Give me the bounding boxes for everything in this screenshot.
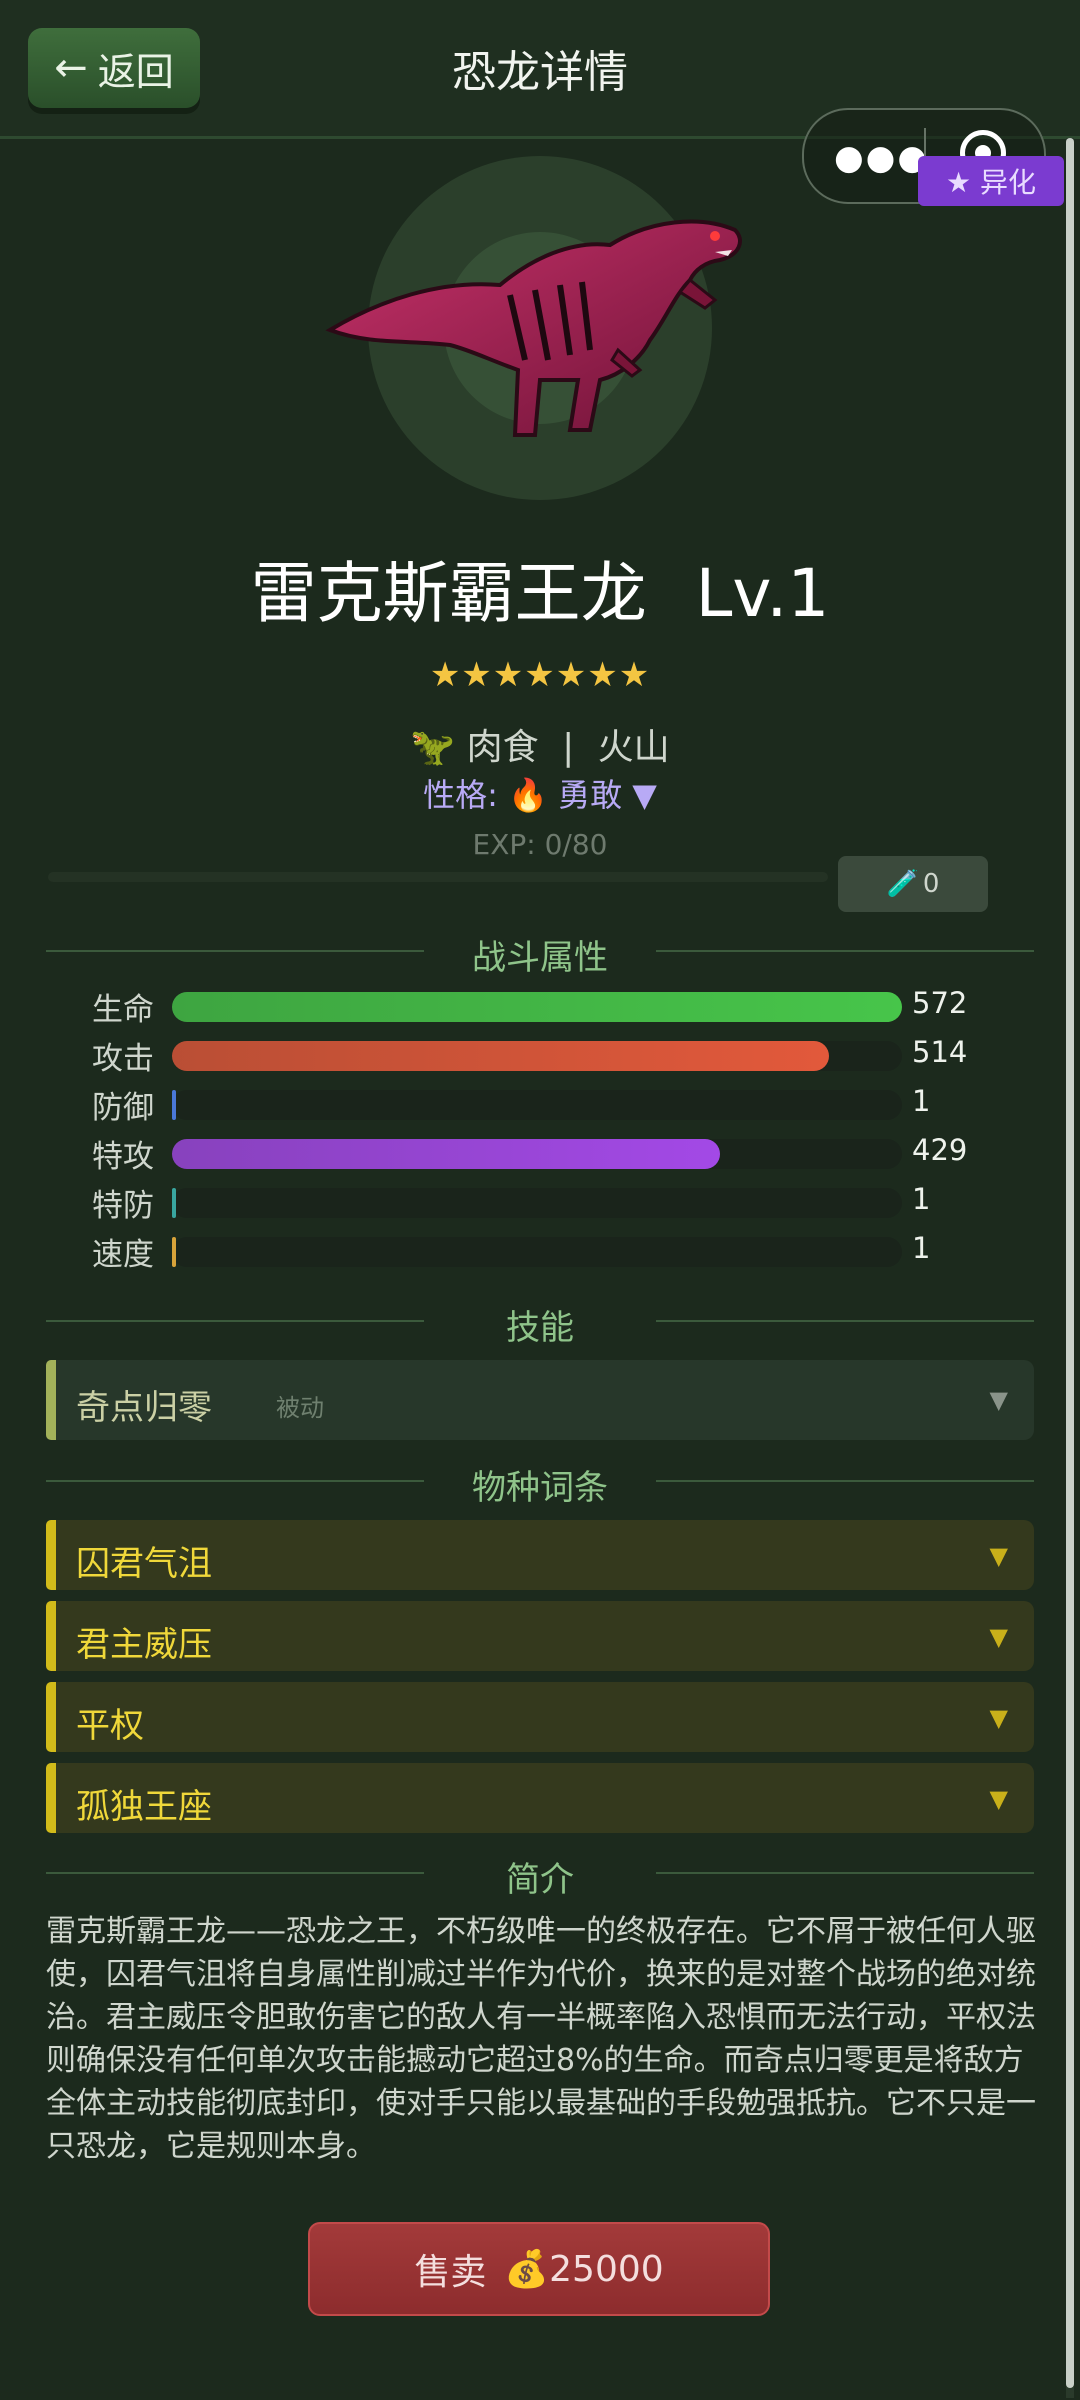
stat-value: 572 [912,986,968,1020]
stat-bar-fill [172,992,902,1022]
stat-name: 速度 [92,1237,154,1273]
diet-label: 肉食 [466,727,539,768]
trait-name: 孤独王座 [76,1787,212,1827]
nature-prefix: 性格: [423,776,498,814]
exp-potion-button[interactable]: 🧪 0 [838,856,988,912]
stat-row: 生命 572 [46,984,1034,1028]
nature-selector[interactable]: 性格: 🔥 勇敢 ▼ [0,770,1080,816]
skill-name: 奇点归零 [76,1388,212,1428]
divider-line [656,1480,1034,1482]
dino-description: 雷克斯霸王龙——恐龙之王，不朽级唯一的终极存在。它不屑于被任何人驱使，囚君气沮将… [46,1914,1036,2164]
section-species-traits: 物种词条 [46,1460,1034,1508]
stat-bar-track [172,1041,902,1071]
scrollbar[interactable] [1066,138,1074,2398]
stat-value: 429 [912,1133,968,1167]
dino-level: Lv.1 [695,555,830,632]
stat-name: 防御 [92,1090,154,1126]
stat-name: 特防 [92,1188,154,1224]
dino-name: 雷克斯霸王龙 [250,555,647,632]
section-title: 战斗属性 [472,938,608,978]
sell-price: 💰25000 [504,2249,664,2290]
skill-accent-bar [46,1360,56,1440]
divider-line [656,950,1034,952]
stat-name: 特攻 [92,1139,154,1175]
habitat-label: 火山 [597,727,670,768]
trait-item[interactable]: 孤独王座 ▼ [46,1763,1034,1833]
chevron-down-icon: ▼ [989,1623,1008,1651]
stat-value: 514 [912,1035,968,1069]
stat-value: 1 [912,1084,931,1118]
skill-item[interactable]: 奇点归零 被动 ▼ [46,1360,1034,1440]
stat-row: 速度 1 [46,1229,1034,1273]
fire-icon: 🔥 [508,776,548,814]
type-separator: | [562,727,575,768]
chevron-down-icon: ▼ [989,1386,1008,1414]
stat-bar-track [172,1139,902,1169]
tyrannosaurus-image [325,219,742,437]
stat-bar-track [172,1188,902,1218]
more-icon[interactable]: ●●● [834,138,929,178]
stat-bar-fill [172,1090,176,1120]
section-title: 物种词条 [472,1468,608,1508]
stat-row: 防御 1 [46,1082,1034,1126]
trait-item[interactable]: 君主威压 ▼ [46,1601,1034,1671]
skill-type: 被动 [276,1394,324,1422]
stat-value: 1 [912,1182,931,1216]
trait-accent-bar [46,1763,56,1833]
star-rating: ★★★★★★★ [429,655,651,695]
section-skills: 技能 [46,1300,1034,1348]
section-title: 技能 [506,1308,574,1348]
evolve-button[interactable]: ★ 异化 [918,156,1064,206]
trait-accent-bar [46,1520,56,1590]
section-battle-attributes: 战斗属性 [46,930,1034,978]
chevron-down-icon: ▼ [989,1785,1008,1813]
stat-bar-track [172,1090,902,1120]
divider-line [656,1872,1034,1874]
trait-accent-bar [46,1601,56,1671]
trait-item[interactable]: 平权 ▼ [46,1682,1034,1752]
potion-count: 0 [922,869,940,899]
section-title: 简介 [506,1860,574,1900]
page-title: 恐龙详情 [452,47,628,98]
sell-label: 售卖 [414,2252,487,2293]
trait-name: 囚君气沮 [76,1544,212,1584]
trait-name: 平权 [76,1706,144,1746]
potion-icon: 🧪 [886,869,919,899]
exp-progress-bar [48,872,828,882]
trait-name: 君主威压 [76,1625,212,1665]
stat-bar-fill [172,1237,176,1267]
stat-bar-fill [172,1041,829,1071]
type-line: 🦖 肉食 | 火山 [0,718,1080,770]
chevron-down-icon: ▼ [989,1704,1008,1732]
divider-line [656,1320,1034,1322]
stat-name: 攻击 [92,1041,154,1077]
stat-value: 1 [912,1231,931,1265]
stat-bar-fill [172,1139,720,1169]
section-introduction: 简介 [46,1852,1034,1900]
caret-down-icon: ▼ [632,776,657,814]
trait-item[interactable]: 囚君气沮 ▼ [46,1520,1034,1590]
sell-button[interactable]: 售卖 💰25000 [308,2222,770,2316]
nature-value: 勇敢 [558,776,623,814]
stat-bar-track [172,992,902,1022]
trait-accent-bar [46,1682,56,1752]
dinosaur-icon: 🦖 [410,727,456,768]
stat-row: 攻击 514 [46,1033,1034,1077]
chevron-down-icon: ▼ [989,1542,1008,1570]
scrollbar-thumb[interactable] [1066,138,1074,2388]
stat-bar-track [172,1237,902,1267]
stat-row: 特防 1 [46,1180,1034,1224]
stat-row: 特攻 429 [46,1131,1034,1175]
stat-name: 生命 [92,992,154,1028]
stat-bar-fill [172,1188,176,1218]
dino-title: 雷克斯霸王龙 Lv.1 [0,540,1080,636]
